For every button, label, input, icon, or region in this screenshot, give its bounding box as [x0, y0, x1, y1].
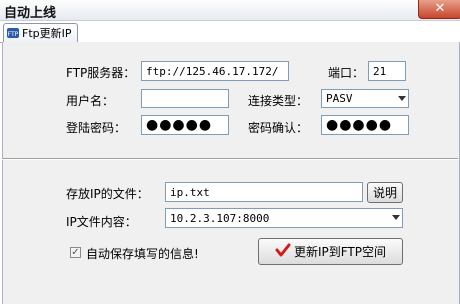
password-confirm-input[interactable]: ●●●●●: [321, 115, 409, 135]
update-ip-label: 更新IP到FTP空间: [293, 245, 387, 259]
username-label: 用户名：: [66, 94, 115, 108]
ftp-server-input[interactable]: ftp://125.46.17.172/: [141, 61, 289, 81]
autosave-checkbox[interactable]: ✓: [70, 247, 81, 258]
chevron-down-icon: [398, 95, 406, 101]
explain-button[interactable]: 说明: [367, 182, 403, 203]
autosave-label[interactable]: 自动保存填写的信息!: [86, 245, 199, 262]
update-ip-button[interactable]: 更新IP到FTP空间: [258, 238, 403, 265]
tab-ftp-update[interactable]: FTP Ftp更新IP: [3, 23, 78, 43]
red-check-icon: [275, 243, 291, 260]
password-label: 登陆密码：: [66, 121, 127, 135]
password-input[interactable]: ●●●●●: [141, 115, 229, 135]
connection-type-select[interactable]: PASV: [321, 89, 409, 108]
window-title: 自动上线: [4, 6, 57, 21]
password-confirm-label: 密码确认：: [248, 121, 309, 135]
chevron-down-icon: [392, 215, 400, 220]
ftp-icon: FTP: [6, 26, 20, 40]
svg-text:FTP: FTP: [8, 31, 19, 38]
ip-content-value: 10.2.3.107:8000: [170, 211, 270, 225]
username-input[interactable]: [141, 89, 229, 108]
close-icon: ✕: [434, 1, 446, 16]
checkmark-icon: ✓: [71, 246, 80, 258]
connection-type-label: 连接类型：: [248, 94, 309, 108]
connection-type-value: PASV: [326, 92, 353, 105]
port-input[interactable]: 21: [368, 61, 406, 81]
section-divider: [2, 158, 458, 160]
ip-content-select[interactable]: 10.2.3.107:8000: [165, 208, 403, 228]
ip-file-input[interactable]: ip.txt: [165, 182, 363, 202]
ip-content-label: IP文件内容：: [66, 215, 137, 229]
ftp-server-label: FTP服务器：: [66, 66, 136, 80]
ip-file-label: 存放IP的文件：: [66, 187, 149, 201]
close-button[interactable]: ✕: [418, 0, 460, 19]
tab-label: Ftp更新IP: [22, 27, 72, 40]
port-label: 端口：: [328, 66, 365, 80]
title-bar: [0, 0, 460, 21]
